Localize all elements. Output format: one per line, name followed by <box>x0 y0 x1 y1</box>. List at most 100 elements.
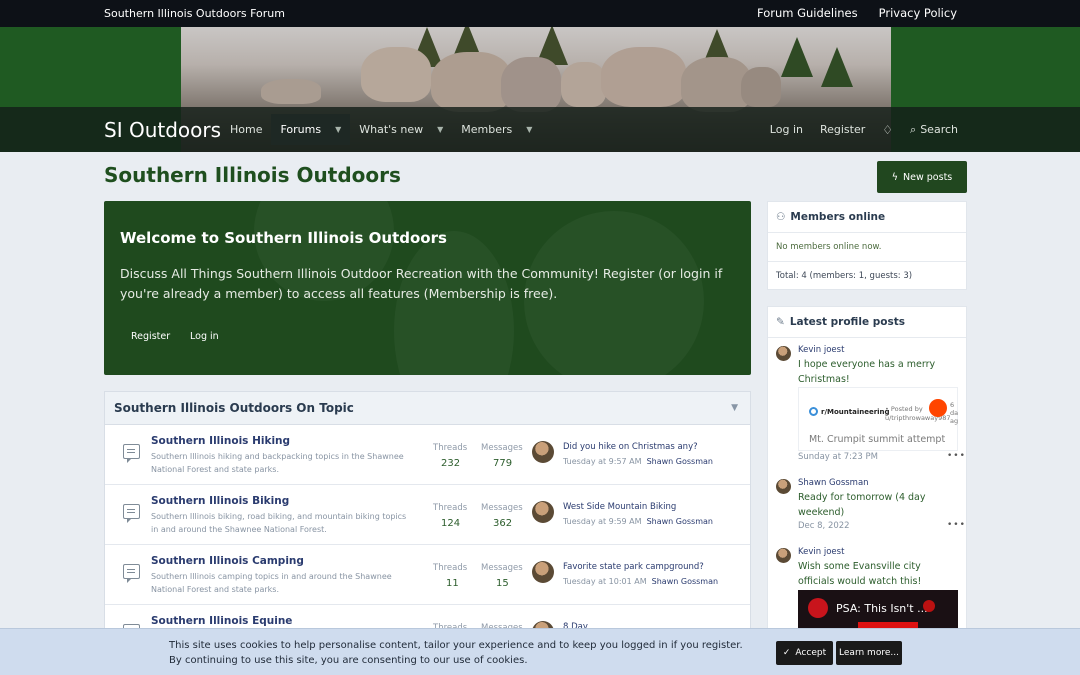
avatar[interactable] <box>776 548 791 563</box>
nav-forums[interactable]: Forums ▼ <box>271 114 351 145</box>
forum-row: Southern Illinois Hiking Southern Illino… <box>105 425 750 485</box>
forum-description: Southern Illinois biking, road biking, a… <box>151 512 407 534</box>
cookie-line-1: This site uses cookies to help personali… <box>169 640 743 651</box>
threads-label: Threads <box>433 563 468 573</box>
avatar[interactable] <box>532 501 554 523</box>
site-name-link[interactable]: Southern Illinois Outdoors Forum <box>104 7 285 20</box>
messages-label: Messages <box>481 563 523 573</box>
lightning-icon: ϟ <box>891 171 899 183</box>
chevron-down-icon[interactable]: ▼ <box>335 125 341 134</box>
avatar[interactable] <box>776 346 791 361</box>
more-options-icon[interactable]: ••• <box>947 520 1072 530</box>
more-options-icon[interactable]: ••• <box>947 451 1072 461</box>
profile-post-text[interactable]: Wish some Evansville city officials woul… <box>798 559 958 589</box>
embed-title[interactable]: Mt. Crumpit summit attempt <box>809 434 945 445</box>
forum-title[interactable]: Southern Illinois Camping <box>151 555 304 567</box>
welcome-notice: Welcome to Southern Illinois Outdoors Di… <box>104 201 751 375</box>
nav-home-label: Home <box>230 123 263 136</box>
forum-title[interactable]: Southern Illinois Biking <box>151 495 289 507</box>
avatar[interactable] <box>532 441 554 463</box>
user-edit-icon: ✎ <box>776 316 785 328</box>
avatar[interactable] <box>776 479 791 494</box>
search-label: Search <box>920 122 958 136</box>
last-post-time[interactable]: Tuesday at 10:01 AM <box>563 577 647 586</box>
embed-age-1: 6 <box>950 401 955 409</box>
last-post-time[interactable]: Tuesday at 9:57 AM <box>563 457 642 466</box>
profile-posts-header: ✎ Latest profile posts <box>768 307 966 338</box>
check-icon: ✓ <box>782 648 791 658</box>
chevron-down-icon[interactable]: ▼ <box>526 125 532 134</box>
profile-post-date[interactable]: Sunday at 7:23 PM <box>798 452 878 462</box>
reddit-embed[interactable]: r/Mountaineering • Posted by u/tripthrowa… <box>798 387 958 451</box>
last-post-user[interactable]: Shawn Gossman <box>647 517 713 526</box>
reddit-community-icon <box>809 407 818 416</box>
page-title: Southern Illinois Outdoors <box>104 163 401 187</box>
nav-members-label: Members <box>461 123 513 136</box>
collapse-icon[interactable]: ▼ <box>731 403 738 413</box>
accept-button[interactable]: ✓ Accept <box>776 641 833 665</box>
profile-post-text[interactable]: I hope everyone has a merry Christmas! <box>798 357 958 387</box>
last-post-meta: Tuesday at 9:59 AM Shawn Gossman <box>563 517 713 526</box>
members-online-status: No members online now. <box>768 233 966 262</box>
welcome-register-button[interactable]: Register <box>120 327 181 346</box>
embed-age: 6 da ag <box>950 401 958 425</box>
new-posts-label: New posts <box>903 171 953 183</box>
chevron-down-icon[interactable]: ▼ <box>437 125 443 134</box>
channel-logo-icon <box>808 598 828 618</box>
profile-post-date[interactable]: Dec 8, 2022 <box>798 521 850 531</box>
forum-row: Southern Illinois Camping Southern Illin… <box>105 545 750 605</box>
threads-label: Threads <box>433 503 468 513</box>
profile-post-user[interactable]: Shawn Gossman <box>798 478 869 488</box>
privacy-policy-link[interactable]: Privacy Policy <box>879 6 957 20</box>
last-post-title[interactable]: Did you hike on Christmas any? <box>563 442 698 452</box>
members-online-total: Total: 4 (members: 1, guests: 3) <box>776 271 913 281</box>
learn-more-button[interactable]: Learn more... <box>836 641 902 665</box>
forum-guidelines-link[interactable]: Forum Guidelines <box>757 6 858 20</box>
register-link[interactable]: Register <box>820 123 865 136</box>
last-post-time[interactable]: Tuesday at 9:59 AM <box>563 517 642 526</box>
more-icon[interactable] <box>923 600 935 612</box>
brand-logo[interactable]: SI Outdoors <box>104 118 221 142</box>
embed-posted-label: • Posted by <box>885 405 923 413</box>
last-post-meta: Tuesday at 9:57 AM Shawn Gossman <box>563 457 713 466</box>
nav-home[interactable]: Home <box>221 114 271 145</box>
category-header[interactable]: Southern Illinois Outdoors On Topic ▼ <box>105 392 750 425</box>
forum-title[interactable]: Southern Illinois Equine <box>151 615 292 627</box>
last-post-title[interactable]: Favorite state park campground? <box>563 562 704 572</box>
lightbulb-icon[interactable]: ♢ <box>882 123 893 137</box>
welcome-login-button[interactable]: Log in <box>179 327 230 346</box>
top-links: Forum Guidelines Privacy Policy <box>757 6 957 20</box>
nav-members[interactable]: Members ▼ <box>452 114 541 145</box>
search-icon: ⌕ <box>910 122 917 136</box>
cookie-line-2: By continuing to use this site, you are … <box>169 655 528 666</box>
forum-row: Southern Illinois Biking Southern Illino… <box>105 485 750 545</box>
cookie-notice: This site uses cookies to help personali… <box>0 628 1080 675</box>
forum-icon <box>123 564 140 583</box>
video-title[interactable]: PSA: This Isn't ... <box>836 602 928 615</box>
profile-post-text[interactable]: Ready for tomorrow (4 day weekend) <box>798 490 958 520</box>
avatar[interactable] <box>532 561 554 583</box>
embed-subreddit[interactable]: r/Mountaineering <box>821 408 890 416</box>
main-nav: SI Outdoors Home Forums ▼ What's new ▼ Mem… <box>0 107 1080 152</box>
video-embed[interactable]: PSA: This Isn't ... <box>798 590 958 630</box>
profile-post-user[interactable]: Kevin joest <box>798 547 844 557</box>
nav-tabs: Home Forums ▼ What's new ▼ Members ▼ <box>221 107 541 152</box>
profile-posts-title[interactable]: Latest profile posts <box>790 316 905 328</box>
last-post-title[interactable]: West Side Mountain Biking <box>563 502 676 512</box>
members-online-header: ⚇ Members online <box>768 202 966 233</box>
new-posts-button[interactable]: ϟ New posts <box>877 161 967 193</box>
forum-title[interactable]: Southern Illinois Hiking <box>151 435 290 447</box>
members-online-widget: ⚇ Members online No members online now. … <box>767 201 967 290</box>
embed-age-2: da <box>950 409 959 417</box>
category-title[interactable]: Southern Illinois Outdoors On Topic <box>114 401 354 415</box>
profile-post-user[interactable]: Kevin joest <box>798 345 844 355</box>
search-button[interactable]: ⌕ Search <box>910 123 958 137</box>
top-bar: Southern Illinois Outdoors Forum Forum G… <box>0 0 1080 27</box>
cookie-message: This site uses cookies to help personali… <box>169 638 743 668</box>
last-post-user[interactable]: Shawn Gossman <box>647 457 713 466</box>
login-link[interactable]: Log in <box>770 123 803 136</box>
last-post-user[interactable]: Shawn Gossman <box>652 577 718 586</box>
users-icon: ⚇ <box>776 211 786 223</box>
members-online-title[interactable]: Members online <box>790 211 885 223</box>
nav-whats-new[interactable]: What's new ▼ <box>350 114 452 145</box>
